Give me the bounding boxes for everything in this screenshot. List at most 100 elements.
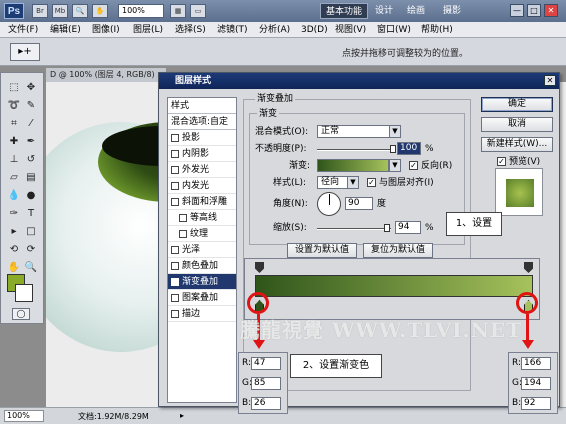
preview-checkbox[interactable]: ✓ <box>497 157 506 166</box>
style-checkbox[interactable] <box>179 214 187 222</box>
style-item[interactable]: 投影 <box>168 130 236 146</box>
blend-mode-select[interactable]: 正常 ▼ <box>317 125 401 138</box>
maximize-button[interactable]: □ <box>527 4 541 17</box>
workspace-painting[interactable]: 绘画 <box>402 3 430 19</box>
background-color-swatch[interactable] <box>15 284 33 302</box>
clone-stamp-icon[interactable]: ⊥ <box>7 153 21 167</box>
zoom-level-combo[interactable]: 100% <box>118 4 164 18</box>
menu-filter[interactable]: 滤镜(T) <box>217 24 248 36</box>
3d-camera-icon[interactable]: ⟳ <box>24 243 38 257</box>
styles-header[interactable]: 样式 <box>168 98 236 114</box>
align-with-layer-checkbox[interactable]: ✓ <box>367 178 376 187</box>
red-value[interactable]: 166 <box>521 357 551 370</box>
screen-mode-icon[interactable]: ▭ <box>190 4 206 18</box>
ok-button[interactable]: 确定 <box>481 97 553 112</box>
style-item[interactable]: 纹理 <box>168 226 236 242</box>
angle-dial[interactable] <box>317 192 341 216</box>
healing-brush-icon[interactable]: ✚ <box>7 135 21 149</box>
history-brush-icon[interactable]: ↺ <box>24 153 38 167</box>
lasso-tool-icon[interactable]: ➰ <box>7 99 21 113</box>
gradient-picker-dropdown[interactable]: ▼ <box>389 159 401 172</box>
menu-window[interactable]: 窗口(W) <box>377 24 411 36</box>
workspace-design[interactable]: 设计 <box>370 3 398 19</box>
hand-tool-icon[interactable]: ✋ <box>92 4 108 18</box>
style-checkbox[interactable] <box>179 230 187 238</box>
dialog-close-button[interactable]: ✕ <box>544 75 556 86</box>
blending-options-item[interactable]: 混合选项:自定 <box>168 114 236 130</box>
opacity-slider-thumb[interactable] <box>390 145 396 153</box>
scale-slider-thumb[interactable] <box>383 224 390 232</box>
pen-tool-icon[interactable]: ✑ <box>7 207 21 221</box>
status-menu-arrow-icon[interactable]: ▸ <box>180 411 184 420</box>
brush-tool-icon[interactable]: ✒ <box>24 135 38 149</box>
style-checkbox[interactable] <box>171 294 179 302</box>
new-style-button[interactable]: 新建样式(W)... <box>481 137 553 152</box>
menu-layer[interactable]: 图层(L) <box>133 24 163 36</box>
minimize-button[interactable]: — <box>510 4 524 17</box>
scale-input[interactable]: 94 <box>395 221 421 234</box>
move-tool-icon[interactable]: ✥ <box>24 81 38 95</box>
marquee-tool-icon[interactable]: ⬚ <box>7 81 21 95</box>
shape-tool-icon[interactable]: □ <box>24 225 38 239</box>
3d-rotate-icon[interactable]: ⟲ <box>7 243 21 257</box>
gradient-preview-bar[interactable] <box>255 275 533 297</box>
style-item[interactable]: 等高线 <box>168 210 236 226</box>
workspace-photography[interactable]: 摄影 <box>438 3 466 19</box>
eyedropper-icon[interactable]: ⁄ <box>24 117 38 131</box>
status-zoom-field[interactable]: 100% <box>4 410 44 422</box>
red-value[interactable]: 47 <box>251 357 281 370</box>
minibridge-icon[interactable]: Mb <box>52 4 68 18</box>
blue-value[interactable]: 26 <box>251 397 281 410</box>
reset-default-button[interactable]: 复位为默认值 <box>363 243 433 258</box>
gradient-style-select[interactable]: 径向 ▼ <box>317 176 359 189</box>
hand-tool-icon[interactable]: ✋ <box>7 261 21 275</box>
quick-select-icon[interactable]: ✎ <box>24 99 38 113</box>
style-item[interactable]: 图案叠加 <box>168 290 236 306</box>
style-item[interactable]: 内阴影 <box>168 146 236 162</box>
path-select-icon[interactable]: ▸ <box>7 225 21 239</box>
gradient-picker-swatch[interactable] <box>317 159 389 172</box>
opacity-slider[interactable] <box>317 149 393 151</box>
green-value[interactable]: 85 <box>251 377 281 390</box>
style-item[interactable]: 颜色叠加 <box>168 258 236 274</box>
menu-image[interactable]: 图像(I) <box>92 24 120 36</box>
quick-mask-icon[interactable]: ◯ <box>12 308 30 320</box>
style-item[interactable]: ✓ 渐变叠加 <box>168 274 236 290</box>
style-item[interactable]: 斜面和浮雕 <box>168 194 236 210</box>
blur-tool-icon[interactable]: 💧 <box>7 189 21 203</box>
bridge-icon[interactable]: Br <box>32 4 48 18</box>
crop-tool-icon[interactable]: ⌗ <box>7 117 21 131</box>
document-tab[interactable]: D @ 100% (图层 4, RGB/8) <box>46 68 166 82</box>
style-item[interactable]: 描边 <box>168 306 236 322</box>
menu-view[interactable]: 视图(V) <box>335 24 366 36</box>
style-checkbox[interactable] <box>171 150 179 158</box>
menu-select[interactable]: 选择(S) <box>175 24 206 36</box>
blue-value[interactable]: 92 <box>521 397 551 410</box>
arrange-documents-icon[interactable]: ▦ <box>170 4 186 18</box>
scale-slider[interactable] <box>317 228 391 230</box>
style-checkbox[interactable] <box>171 246 179 254</box>
zoom-tool-icon[interactable]: 🔍 <box>24 261 38 275</box>
cancel-button[interactable]: 取消 <box>481 117 553 132</box>
opacity-stop-left[interactable] <box>255 262 264 273</box>
reverse-checkbox[interactable]: ✓ <box>409 161 418 170</box>
eraser-icon[interactable]: ▱ <box>7 171 21 185</box>
close-window-button[interactable]: ✕ <box>544 4 558 17</box>
style-checkbox[interactable] <box>171 134 179 142</box>
make-default-button[interactable]: 设置为默认值 <box>287 243 357 258</box>
type-tool-icon[interactable]: T <box>24 207 38 221</box>
opacity-input[interactable]: 100 <box>397 142 421 155</box>
style-item[interactable]: 外发光 <box>168 162 236 178</box>
angle-input[interactable]: 90 <box>345 197 373 210</box>
style-checkbox[interactable] <box>171 198 179 206</box>
dodge-tool-icon[interactable]: ● <box>24 189 38 203</box>
style-checkbox[interactable]: ✓ <box>171 278 179 286</box>
zoom-tool-icon[interactable]: 🔍 <box>72 4 88 18</box>
gradient-tool-icon[interactable]: ▤ <box>24 171 38 185</box>
opacity-stop-right[interactable] <box>524 262 533 273</box>
style-checkbox[interactable] <box>171 166 179 174</box>
style-item[interactable]: 内发光 <box>168 178 236 194</box>
green-value[interactable]: 194 <box>521 377 551 390</box>
menu-analysis[interactable]: 分析(A) <box>259 24 290 36</box>
menu-file[interactable]: 文件(F) <box>8 24 38 36</box>
